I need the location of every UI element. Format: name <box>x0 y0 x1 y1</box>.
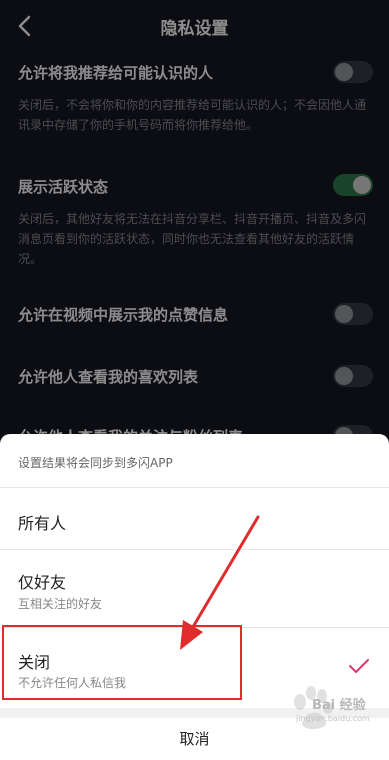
watermark-subtext: jingyan.baidu.com <box>296 714 370 723</box>
option-label: 仅好友 <box>18 573 67 592</box>
option-label: 所有人 <box>18 514 67 533</box>
watermark-text: Bai 经验 <box>312 698 366 713</box>
option-sublabel: 互相关注的好友 <box>18 597 103 611</box>
sheet-header-text: 设置结果将会同步到多闪APP <box>0 434 389 488</box>
annotation-highlight-box <box>2 625 242 700</box>
option-everyone[interactable]: 所有人 <box>0 488 389 550</box>
option-friends-only[interactable]: 仅好友 互相关注的好友 <box>0 550 389 628</box>
